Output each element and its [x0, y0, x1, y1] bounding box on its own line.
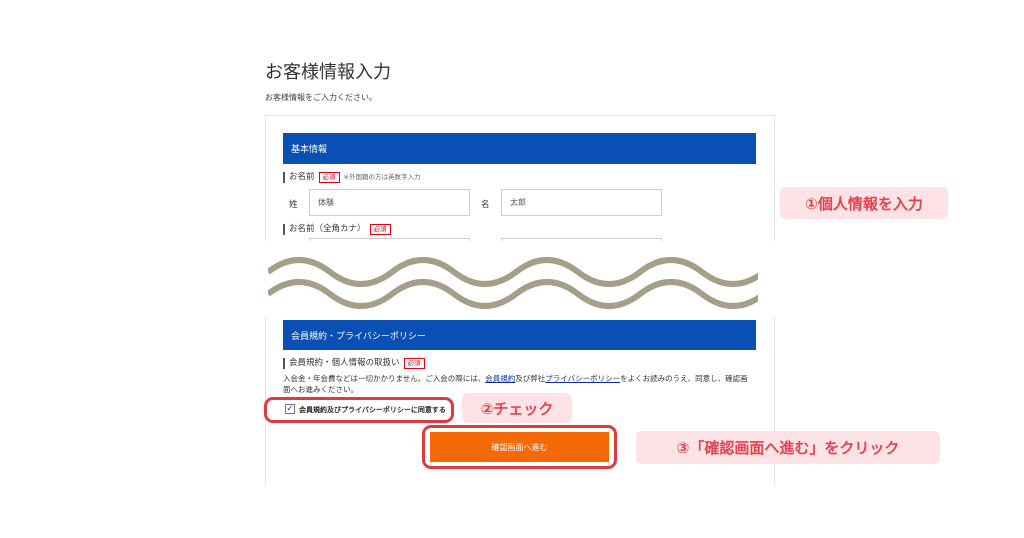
button-highlight-ring: [422, 425, 617, 469]
kana-field-label: お名前（全角カナ） 必須: [283, 224, 391, 235]
consent-text-mid: 及び弊社: [515, 374, 546, 383]
kana-label-text: お名前（全角カナ）: [289, 224, 366, 234]
first-name-label: 名: [481, 200, 490, 210]
step3-callout: ③「確認画面へ進む」をクリック: [636, 431, 940, 464]
wave-separator-icon: [268, 257, 758, 309]
wave-line-bottom: [268, 279, 758, 309]
checkbox-highlight-ring: [264, 397, 454, 423]
step1-callout: ①個人情報を入力: [780, 187, 948, 219]
terms-link[interactable]: 会員規約: [485, 374, 515, 383]
wave-line-top: [268, 257, 758, 287]
terms-label-text: 会員規約・個人情報の取扱い: [289, 358, 400, 368]
name-required-badge: 必須: [318, 172, 340, 183]
page-title: お客様情報入力: [265, 62, 391, 83]
consent-text: 入会金・年会費などは一切かかりません。ご入会の際には、会員規約及び弊社プライバシ…: [283, 373, 755, 395]
first-name-input[interactable]: 太郎: [501, 189, 662, 216]
name-note: ※外国籍の方は英数字入力: [343, 173, 421, 181]
name-label-text: お名前: [289, 172, 315, 182]
privacy-policy-link[interactable]: プライバシーポリシー: [545, 374, 620, 383]
step2-callout: ②チェック: [462, 393, 572, 423]
last-name-label: 姓: [289, 200, 298, 210]
last-name-input[interactable]: 体験: [309, 189, 470, 216]
consent-text-before: 入会金・年会費などは一切かかりません。ご入会の際には、: [283, 374, 486, 383]
page-description: お客様情報をご入力ください。: [265, 93, 377, 102]
terms-header: 会員規約・プライバシーポリシー: [283, 320, 756, 350]
name-field-label: お名前 必須 ※外国籍の方は英数字入力: [283, 172, 420, 183]
terms-required-badge: 必須: [403, 358, 425, 369]
kana-required-badge: 必須: [369, 224, 391, 235]
terms-field-label: 会員規約・個人情報の取扱い 必須: [283, 358, 425, 369]
basic-info-header: 基本情報: [283, 133, 756, 164]
